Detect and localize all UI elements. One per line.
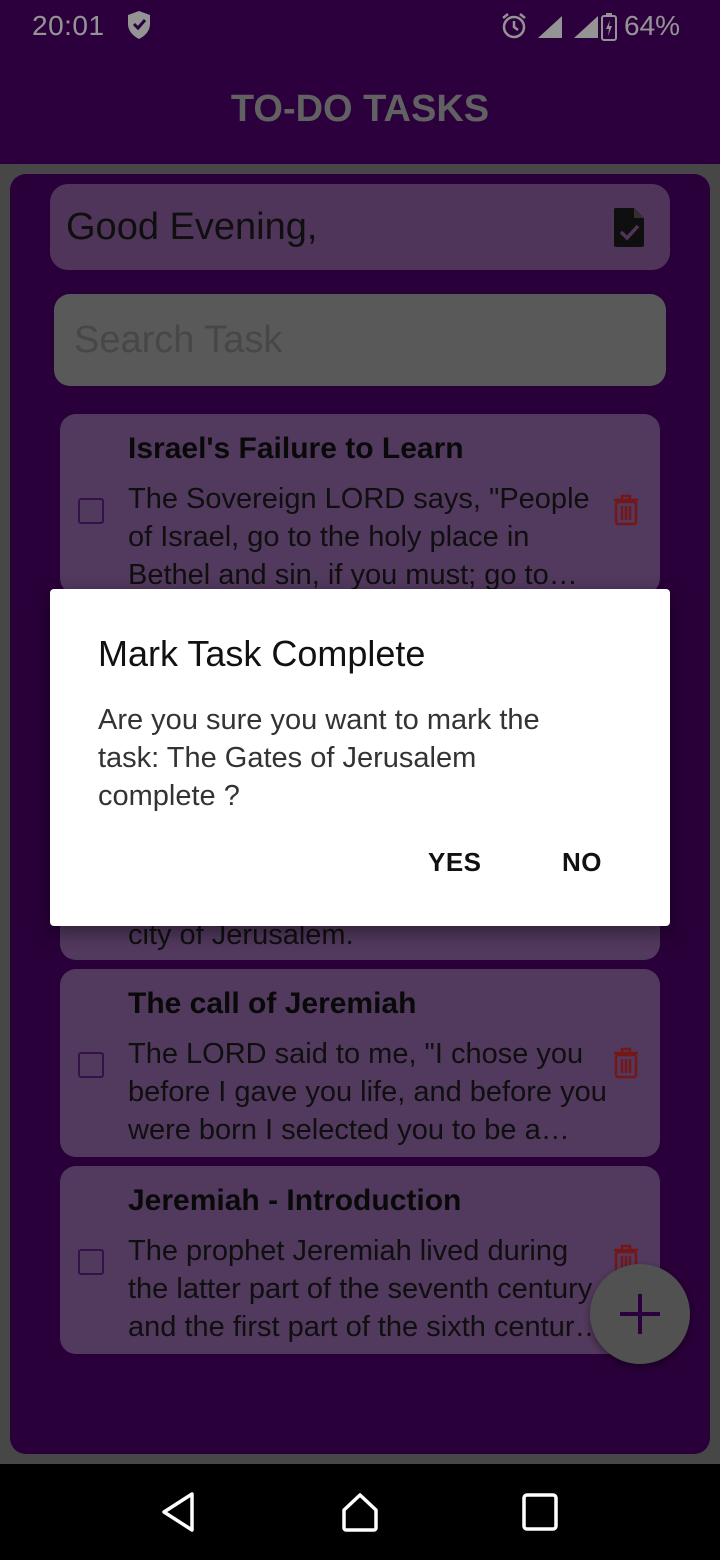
back-icon[interactable] <box>158 1490 198 1539</box>
dialog-title: Mark Task Complete <box>98 633 426 674</box>
mark-complete-dialog: Mark Task Complete Are you sure you want… <box>50 589 670 926</box>
yes-button[interactable]: YES <box>418 841 492 884</box>
home-icon[interactable] <box>340 1490 380 1539</box>
dialog-message: Are you sure you want to mark the task: … <box>98 704 540 812</box>
no-button[interactable]: NO <box>552 841 612 884</box>
recent-apps-icon[interactable] <box>520 1490 560 1539</box>
